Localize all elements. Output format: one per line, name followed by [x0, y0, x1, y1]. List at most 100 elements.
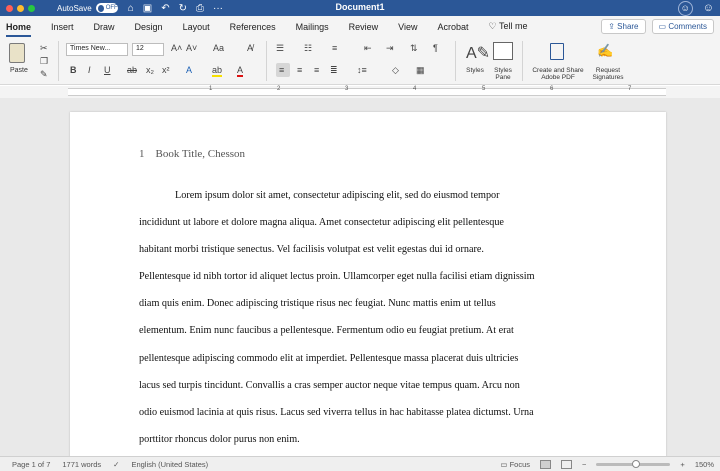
- subscript-button[interactable]: x₂: [146, 65, 154, 75]
- zoom-level[interactable]: 150%: [695, 460, 714, 469]
- shading-icon[interactable]: ◇: [392, 65, 399, 76]
- text-line: Pellentesque id nibh tortor id aliquet l…: [139, 271, 535, 283]
- word-count[interactable]: 1771 words: [62, 460, 101, 469]
- tab-acrobat[interactable]: Acrobat: [438, 22, 469, 32]
- focus-button[interactable]: ▭ Focus: [500, 460, 530, 469]
- zoom-slider[interactable]: [596, 460, 671, 468]
- request-signatures-icon[interactable]: ✍: [597, 43, 613, 59]
- styles-pane-icon[interactable]: [493, 42, 513, 60]
- tab-review[interactable]: Review: [349, 22, 379, 32]
- cut-icon[interactable]: ✂: [40, 43, 48, 54]
- adobe-pdf-icon[interactable]: [550, 43, 564, 60]
- font-size-select[interactable]: 12: [132, 43, 164, 56]
- align-center-icon[interactable]: ≡: [297, 65, 302, 75]
- zoom-window-button[interactable]: [28, 4, 35, 12]
- tab-home[interactable]: Home: [6, 22, 32, 37]
- body-paragraph[interactable]: Lorem ipsum dolor sit amet, consectetur …: [139, 182, 599, 453]
- page-count[interactable]: Page 1 of 7: [12, 460, 50, 469]
- copy-icon[interactable]: ❐: [40, 56, 48, 67]
- header-page-number: 1: [139, 148, 145, 160]
- lightbulb-icon: ♡: [488, 21, 497, 31]
- text-line: odio euismod lacinia at quis risus. Lacu…: [139, 406, 534, 418]
- divider: [58, 41, 59, 81]
- tell-me-search[interactable]: ♡ Tell me: [489, 21, 528, 32]
- autosave-state: OFF: [105, 5, 118, 11]
- strikethrough-button[interactable]: ab: [127, 65, 137, 75]
- format-painter-icon[interactable]: ✎: [40, 69, 48, 80]
- quick-access-toolbar: ⌂ ▣ ↶ ↻ ⎙ ···: [128, 3, 223, 14]
- show-formatting-icon[interactable]: ¶: [433, 43, 438, 53]
- close-window-button[interactable]: [6, 4, 13, 12]
- toggle-knob: [97, 4, 104, 12]
- change-case-icon[interactable]: Aa: [213, 43, 224, 53]
- more-icon[interactable]: ···: [213, 3, 223, 14]
- proofing-icon[interactable]: ✓: [113, 460, 119, 469]
- share-button[interactable]: ⇪ Share: [601, 19, 646, 34]
- increase-indent-icon[interactable]: ⇥: [386, 43, 394, 54]
- line-spacing-icon[interactable]: ↕≡: [357, 65, 367, 75]
- tab-view[interactable]: View: [398, 22, 417, 32]
- web-layout-view-button[interactable]: [561, 460, 573, 469]
- tab-design[interactable]: Design: [135, 22, 163, 32]
- tab-draw[interactable]: Draw: [94, 22, 115, 32]
- status-bar: Page 1 of 7 1771 words ✓ English (United…: [0, 456, 720, 471]
- text-effects-icon[interactable]: A: [186, 65, 192, 75]
- language[interactable]: English (United States): [131, 460, 208, 469]
- multilevel-list-icon[interactable]: ≡: [332, 43, 337, 53]
- account-icon[interactable]: ☺: [677, 0, 693, 16]
- title-bar: AutoSave OFF ⌂ ▣ ↶ ↻ ⎙ ··· Document1 ☺ ☺: [0, 0, 720, 16]
- document-page[interactable]: 1 Book Title, Chesson Lorem ipsum dolor …: [70, 112, 666, 457]
- zoom-out-icon[interactable]: −: [582, 460, 586, 469]
- styles-icon[interactable]: A✎: [466, 43, 490, 63]
- divider: [522, 41, 523, 81]
- justify-icon[interactable]: ≣: [330, 65, 338, 76]
- focus-label: Focus: [509, 460, 531, 469]
- print-layout-view-button[interactable]: [540, 460, 552, 469]
- underline-button[interactable]: U: [104, 65, 111, 75]
- feedback-icon[interactable]: ☺: [703, 2, 714, 14]
- zoom-in-icon[interactable]: +: [680, 460, 684, 469]
- redo-icon[interactable]: ↻: [179, 3, 187, 14]
- decrease-indent-icon[interactable]: ⇤: [364, 43, 372, 54]
- horizontal-ruler[interactable]: 1 2 3 4 5 6 7: [0, 86, 720, 98]
- minimize-window-button[interactable]: [17, 4, 24, 12]
- borders-icon[interactable]: ▦: [416, 65, 425, 76]
- align-left-icon[interactable]: ≡: [279, 65, 284, 75]
- text-line: diam quis enim. Donec adipiscing tristiq…: [139, 298, 496, 310]
- comments-button[interactable]: ▭ Comments: [651, 19, 714, 34]
- styles-label: Styles: [466, 67, 484, 74]
- paste-icon[interactable]: [9, 43, 25, 63]
- share-icon: ⇪: [608, 22, 615, 31]
- autosave-toggle[interactable]: OFF: [95, 3, 118, 13]
- save-icon[interactable]: ▣: [143, 3, 152, 14]
- tab-layout[interactable]: Layout: [183, 22, 210, 32]
- tab-insert[interactable]: Insert: [51, 22, 74, 32]
- undo-icon[interactable]: ↶: [161, 3, 169, 14]
- grow-font-icon[interactable]: A˄: [171, 43, 182, 53]
- text-line: porttitor rhoncus dolor purus non enim.: [139, 433, 300, 445]
- font-name-select[interactable]: Times New...: [66, 43, 128, 56]
- home-icon[interactable]: ⌂: [128, 3, 134, 14]
- bullets-icon[interactable]: ☰: [276, 43, 284, 54]
- sort-icon[interactable]: ⇅: [410, 43, 418, 54]
- tab-references[interactable]: References: [230, 22, 276, 32]
- styles-pane-label-line1: Styles: [494, 67, 512, 74]
- numbering-icon[interactable]: ☷: [304, 43, 312, 54]
- tab-mailings[interactable]: Mailings: [296, 22, 329, 32]
- ruler-track: [68, 88, 666, 96]
- highlight-color-button[interactable]: ab: [212, 65, 223, 77]
- zoom-slider-thumb[interactable]: [632, 460, 641, 468]
- bold-button[interactable]: B: [70, 65, 77, 75]
- align-right-icon[interactable]: ≡: [314, 65, 319, 75]
- shrink-font-icon[interactable]: A˅: [186, 43, 197, 53]
- focus-icon: ▭: [500, 460, 508, 469]
- clear-formatting-icon[interactable]: A̸: [247, 43, 253, 53]
- italic-button[interactable]: I: [88, 65, 91, 75]
- text-line: Lorem ipsum dolor sit amet, consectetur …: [175, 190, 500, 201]
- styles-pane-label: Styles Pane: [490, 67, 516, 81]
- print-icon[interactable]: ⎙: [196, 3, 204, 14]
- font-color-button[interactable]: A: [237, 65, 244, 77]
- request-signatures-label: Request Signatures: [588, 67, 628, 81]
- superscript-button[interactable]: x²: [162, 65, 170, 75]
- text-line: incididunt ut labore et dolore magna ali…: [139, 217, 504, 229]
